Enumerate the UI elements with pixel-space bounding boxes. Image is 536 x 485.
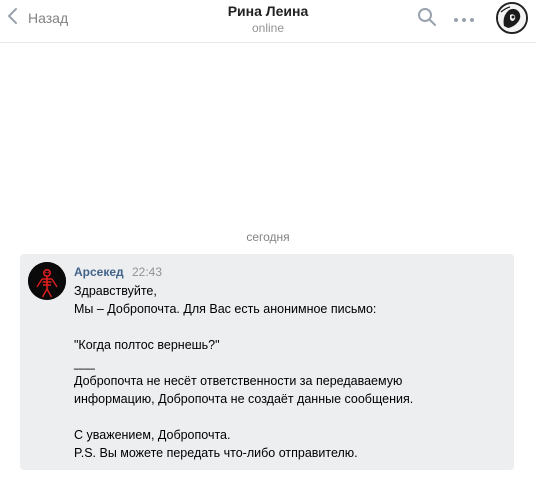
message-line: Здравствуйте, — [74, 284, 157, 298]
more-icon — [453, 10, 475, 28]
date-separator: сегодня — [246, 230, 290, 244]
message-line: P.S. Вы можете передать что-либо отправи… — [74, 446, 358, 460]
search-button[interactable] — [415, 7, 439, 31]
message-line — [74, 318, 504, 336]
sender-name-link[interactable]: Арсекед — [74, 265, 124, 279]
message-line: Добропочта не несёт ответственности за п… — [74, 374, 403, 388]
chat-header: Назад Рина Леина online — [0, 0, 536, 43]
contact-avatar[interactable] — [496, 2, 528, 34]
more-button[interactable] — [452, 7, 476, 31]
message-text: Здравствуйте, Мы – Добропочта. Для Вас е… — [74, 282, 504, 462]
message-line: Мы – Добропочта. Для Вас есть анонимное … — [74, 302, 377, 316]
message-line — [74, 408, 504, 426]
message-line: ___ — [74, 356, 95, 370]
message-line: С уважением, Добропочта. — [74, 428, 231, 442]
message-time[interactable]: 22:43 — [132, 265, 162, 279]
message-line: информацию, Добропочта не создаёт данные… — [74, 392, 414, 406]
message-bubble[interactable]: Арсекед 22:43 Здравствуйте, Мы – Добропо… — [20, 254, 514, 470]
sender-avatar[interactable] — [28, 262, 66, 300]
search-icon — [417, 7, 437, 32]
message-line: "Когда полтос вернешь?" — [74, 338, 220, 352]
